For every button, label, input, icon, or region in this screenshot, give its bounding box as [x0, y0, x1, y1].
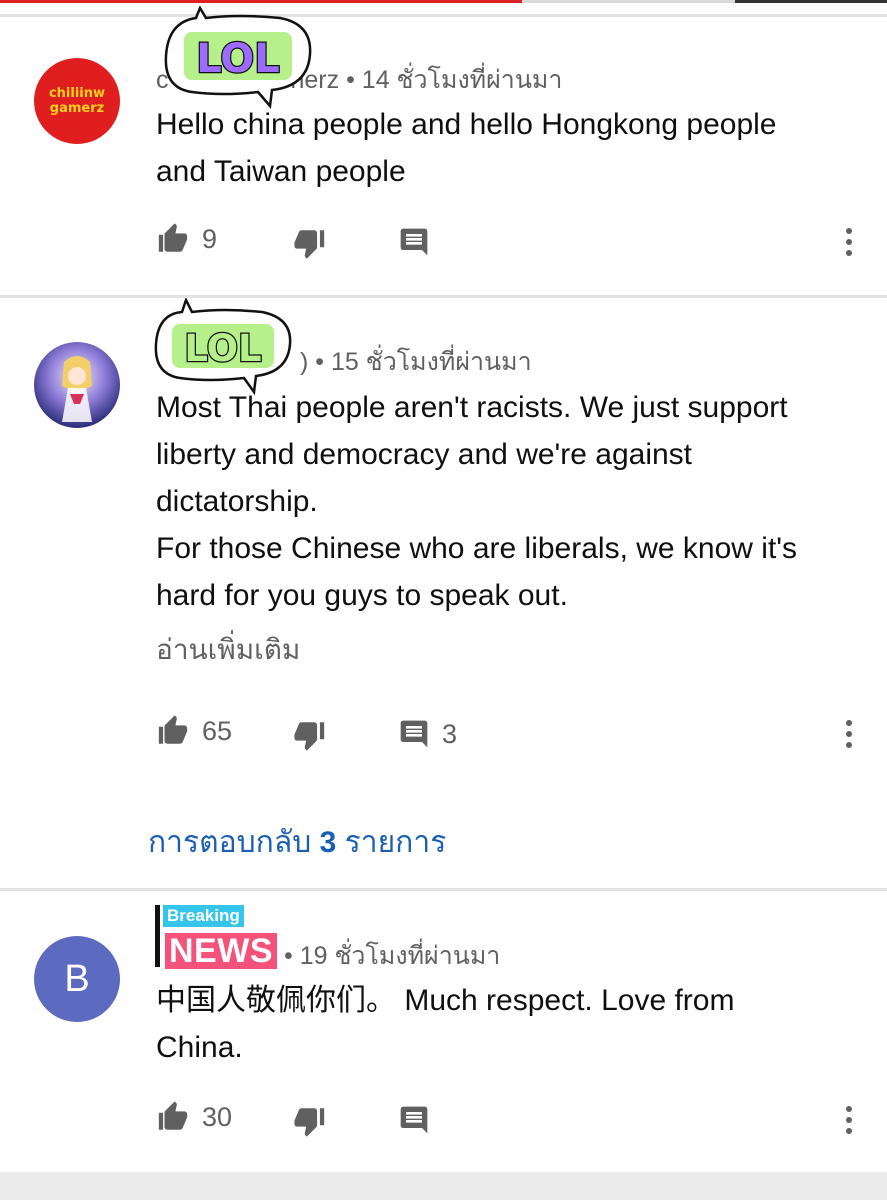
read-more-link[interactable]: อ่านเพิ่มเติม [156, 628, 300, 672]
divider [0, 14, 887, 17]
bottom-bar [0, 1172, 887, 1200]
avatar[interactable]: chiliinw gamerz [34, 58, 120, 144]
lol-sticker: LOL [154, 298, 292, 396]
thumb-down-icon [294, 1108, 325, 1137]
reply-button[interactable] [398, 1104, 430, 1136]
sticker-text: LOL [196, 36, 280, 82]
reply-button[interactable]: 3 [398, 718, 457, 750]
avatar-text: gamerz [49, 101, 105, 116]
comment-time: • 15 ชั่วโมงที่ผ่านมา [315, 348, 532, 376]
thumb-down-icon [294, 230, 325, 259]
like-button[interactable]: 9 [156, 222, 217, 256]
like-count: 30 [202, 1101, 233, 1132]
sticker-text: LOL [184, 327, 261, 370]
divider [0, 295, 887, 298]
dislike-button[interactable] [293, 226, 327, 260]
progress-bar-fill [0, 0, 522, 3]
thumb-down-icon [294, 722, 325, 751]
comment-meta: • 19 ชั่วโมงที่ผ่านมา [284, 936, 500, 976]
comment-time: • 19 ชั่วโมงที่ผ่านมา [284, 942, 501, 970]
divider [0, 888, 887, 891]
reply-button[interactable] [398, 226, 430, 258]
reply-count: 3 [442, 718, 458, 749]
like-count: 9 [202, 223, 218, 254]
avatar[interactable]: B [34, 936, 120, 1022]
thumb-up-icon [158, 715, 188, 744]
comment-text: Most Thai people aren't racists. We just… [156, 391, 798, 612]
view-replies-link[interactable]: การตอบกลับ 3 รายการ [148, 819, 446, 866]
more-vert-icon[interactable] [838, 222, 860, 262]
breaking-news-sticker: Breaking NEWS [155, 903, 281, 971]
thumb-up-icon [158, 1101, 188, 1130]
comment-actions: 30 [0, 1100, 887, 1140]
like-button[interactable]: 30 [156, 1100, 232, 1134]
dislike-button[interactable] [293, 718, 327, 752]
dislike-button[interactable] [293, 1104, 327, 1138]
comment-time: • 14 ชั่วโมงที่ผ่านมา [346, 66, 563, 94]
comment-text: Hello china people and hello Hongkong pe… [156, 108, 777, 188]
progress-bar-end [735, 0, 887, 3]
comment-icon [400, 1106, 428, 1134]
comment-text: 中国人敬佩你们。 Much respect. Love from China. [156, 984, 735, 1064]
author-name-end[interactable]: ) [300, 348, 308, 376]
avatar[interactable] [34, 342, 120, 428]
progress-bar [0, 0, 887, 3]
avatar-text: chiliinw [48, 86, 106, 101]
comment-actions: 9 [0, 222, 887, 262]
comment-icon [400, 720, 428, 748]
comment-actions: 65 3 [0, 714, 887, 754]
comment-meta: ) • 15 ชั่วโมงที่ผ่านมา [300, 342, 532, 382]
comment-icon [400, 228, 428, 256]
thumb-up-icon [158, 223, 188, 252]
like-count: 65 [202, 715, 233, 746]
more-vert-icon[interactable] [838, 1100, 860, 1140]
more-vert-icon[interactable] [838, 714, 860, 754]
lol-sticker: LOL [164, 6, 312, 109]
like-button[interactable]: 65 [156, 714, 232, 748]
